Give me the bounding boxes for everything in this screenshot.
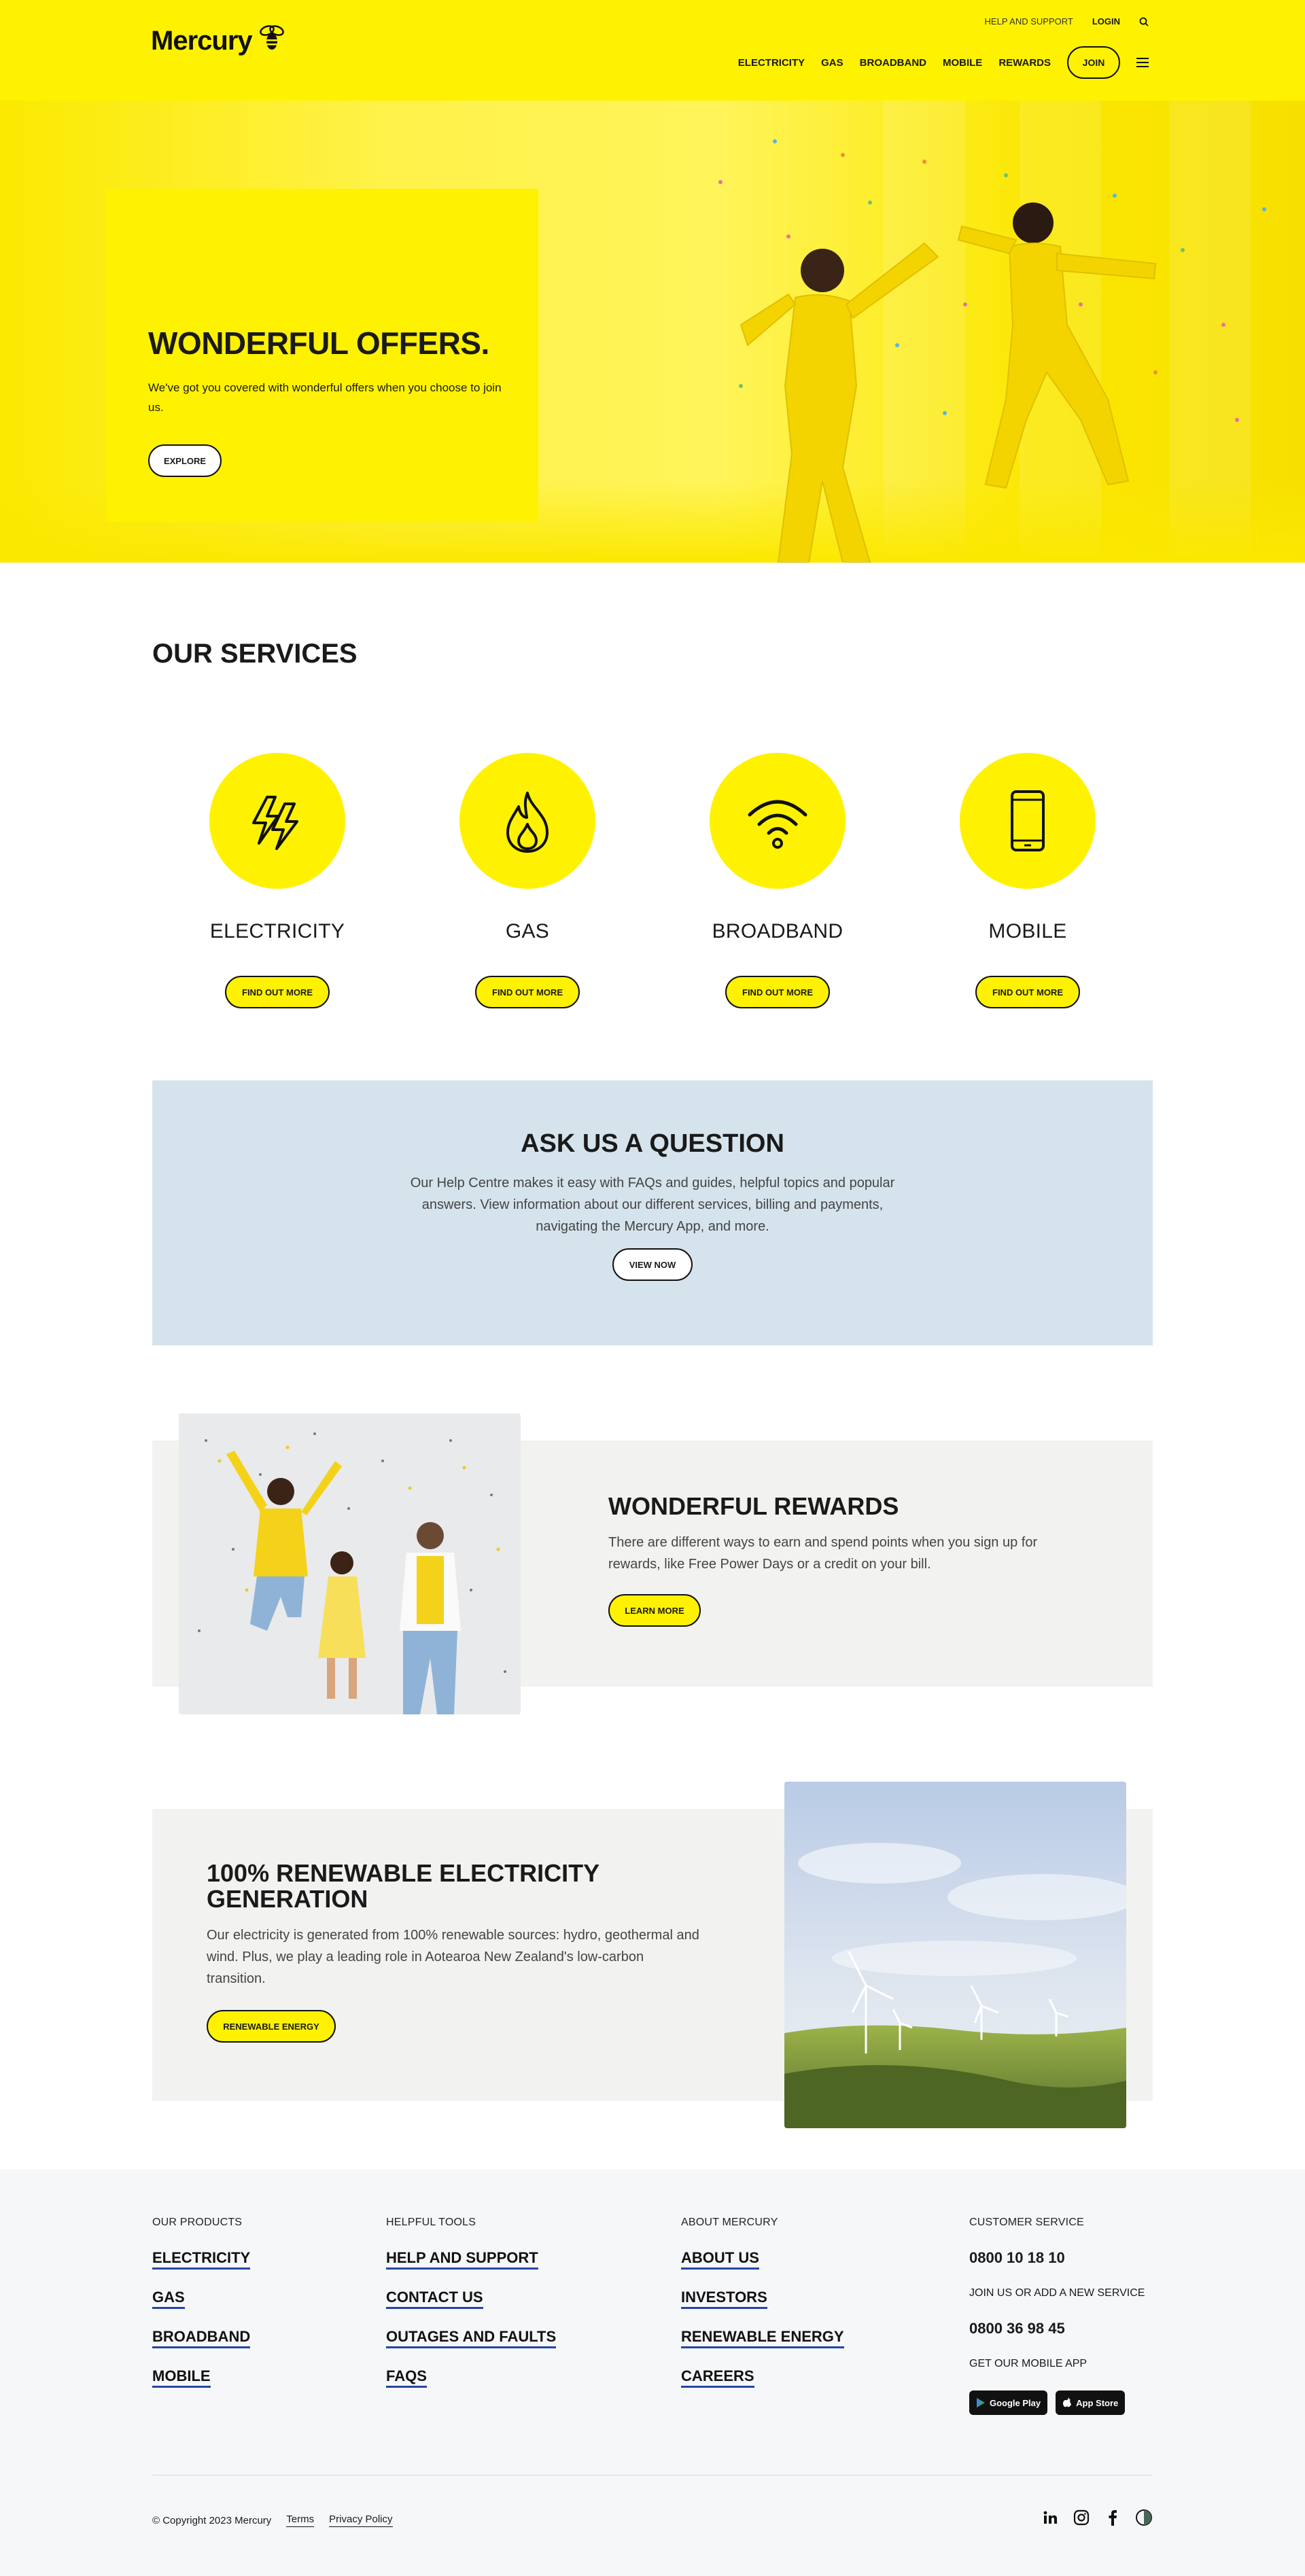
instagram-icon[interactable] [1073, 2509, 1090, 2526]
find-out-more-button[interactable]: FIND OUT MORE [975, 976, 1080, 1008]
site-footer: OUR PRODUCTS ELECTRICITY GAS BROADBAND M… [0, 2169, 1305, 2576]
app-store-badges: Google Play App Store [969, 2390, 1145, 2415]
footer-heading: CUSTOMER SERVICE [969, 2217, 1084, 2228]
footer-link-outages-and-faults[interactable]: OUTAGES AND FAULTS [386, 2328, 557, 2348]
rewards-description: There are different ways to earn and spe… [608, 1535, 1038, 1572]
footer-about-column: ABOUT MERCURY ABOUT US INVESTORS RENEWAB… [681, 2217, 844, 2407]
renewable-title: 100% RENEWABLE ELECTRICITY GENERATION [207, 1859, 599, 1913]
footer-link-contact-us[interactable]: CONTACT US [386, 2289, 483, 2309]
footer-heading: ABOUT MERCURY [681, 2217, 778, 2228]
service-card-electricity: ELECTRICITY FIND OUT MORE [209, 753, 345, 1008]
logo-text: Mercury [151, 26, 253, 56]
app-store-badge[interactable]: App Store [1056, 2390, 1126, 2415]
copyright-text: © Copyright 2023 Mercury [152, 2514, 272, 2526]
service-card-broadband: BROADBAND FIND OUT MORE [710, 753, 846, 1008]
join-service-phone[interactable]: 0800 36 98 45 [969, 2320, 1145, 2337]
hero-description: We've got you covered with wonderful off… [148, 381, 502, 414]
help-and-support-link[interactable]: HELP AND SUPPORT [985, 16, 1073, 27]
find-out-more-button[interactable]: FIND OUT MORE [475, 976, 580, 1008]
hamburger-menu-icon[interactable] [1136, 58, 1149, 67]
wifi-icon [748, 800, 807, 849]
footer-link-careers[interactable]: CAREERS [681, 2367, 754, 2388]
footer-tools-column: HELPFUL TOOLS HELP AND SUPPORT CONTACT U… [386, 2217, 557, 2407]
explore-button[interactable]: EXPLORE [148, 444, 222, 477]
google-play-icon [977, 2398, 985, 2407]
service-card-gas: GAS FIND OUT MORE [459, 753, 595, 1008]
search-icon[interactable] [1139, 17, 1149, 27]
service-label: MOBILE [988, 920, 1067, 942]
renewable-description: Our electricity is generated from 100% r… [207, 1928, 699, 1986]
rewards-family-image [179, 1413, 521, 1714]
contrast-toggle-icon[interactable] [1135, 2509, 1153, 2526]
wind-farm-image [784, 1782, 1126, 2128]
footer-link-help-and-support[interactable]: HELP AND SUPPORT [386, 2249, 538, 2270]
footer-link-mobile[interactable]: MOBILE [152, 2367, 211, 2388]
learn-more-button[interactable]: LEARN MORE [608, 1594, 701, 1627]
nav-electricity[interactable]: ELECTRICITY [738, 57, 805, 69]
privacy-policy-link[interactable]: Privacy Policy [329, 2513, 393, 2527]
renewable-content: 100% RENEWABLE ELECTRICITY GENERATION Ou… [207, 1860, 710, 2043]
footer-link-about-us[interactable]: ABOUT US [681, 2249, 759, 2270]
bee-icon [259, 24, 284, 50]
footer-link-investors[interactable]: INVESTORS [681, 2289, 767, 2309]
nav-rewards[interactable]: REWARDS [998, 57, 1051, 69]
service-card-mobile: MOBILE FIND OUT MORE [960, 753, 1096, 1008]
renewable-energy-button[interactable]: RENEWABLE ENERGY [207, 2010, 336, 2043]
hero-banner: WONDERFUL OFFERS. We've got you covered … [0, 101, 1305, 563]
login-link[interactable]: LOGIN [1092, 16, 1120, 27]
footer-link-electricity[interactable]: ELECTRICITY [152, 2249, 251, 2270]
phone-icon [1011, 790, 1045, 851]
find-out-more-button[interactable]: FIND OUT MORE [725, 976, 830, 1008]
services-title: OUR SERVICES [152, 639, 358, 669]
nav-gas[interactable]: GAS [821, 57, 843, 69]
footer-link-broadband[interactable]: BROADBAND [152, 2328, 251, 2348]
footer-link-gas[interactable]: GAS [152, 2289, 185, 2309]
ask-title: ASK US A QUESTION [521, 1129, 784, 1158]
hero-dancers-image [718, 139, 1266, 563]
service-label: BROADBAND [712, 920, 843, 942]
mobile-app-text: GET OUR MOBILE APP [969, 2358, 1088, 2369]
utility-nav: HELP AND SUPPORT LOGIN [985, 16, 1149, 27]
flame-icon [506, 792, 549, 853]
service-icon-circle [209, 753, 345, 889]
join-button[interactable]: JOIN [1067, 46, 1120, 79]
main-nav: ELECTRICITY GAS BROADBAND MOBILE REWARDS… [738, 46, 1149, 79]
nav-broadband[interactable]: BROADBAND [860, 57, 926, 69]
join-service-text: JOIN US OR ADD A NEW SERVICE [969, 2287, 1145, 2299]
lightning-icon [252, 796, 298, 850]
footer-customer-service-column: CUSTOMER SERVICE 0800 10 18 10 JOIN US O… [969, 2217, 1145, 2415]
footer-legal: © Copyright 2023 Mercury Terms Privacy P… [152, 2513, 393, 2527]
service-icon-circle [459, 753, 595, 889]
footer-link-renewable-energy[interactable]: RENEWABLE ENERGY [681, 2328, 844, 2348]
view-now-button[interactable]: VIEW NOW [612, 1248, 693, 1281]
linkedin-icon[interactable] [1041, 2509, 1059, 2526]
footer-products-column: OUR PRODUCTS ELECTRICITY GAS BROADBAND M… [152, 2217, 251, 2407]
mercury-logo[interactable]: Mercury [151, 24, 289, 56]
nav-mobile[interactable]: MOBILE [943, 57, 982, 69]
rewards-content: WONDERFUL REWARDS There are different wa… [608, 1492, 1084, 1627]
hero-offer-card: WONDERFUL OFFERS. We've got you covered … [106, 189, 538, 522]
services-section: OUR SERVICES ELECTRICITY FIND OUT MORE G… [0, 563, 1305, 1082]
facebook-icon[interactable] [1104, 2509, 1121, 2526]
service-label: ELECTRICITY [209, 920, 345, 942]
site-header: Mercury HELP AND SUPPORT LOGIN ELECTRICI… [0, 0, 1305, 101]
footer-heading: OUR PRODUCTS [152, 2217, 243, 2228]
footer-link-faqs[interactable]: FAQS [386, 2367, 427, 2388]
social-links [1041, 2509, 1153, 2526]
apple-icon [1063, 2397, 1072, 2407]
ask-description: Our Help Centre makes it easy with FAQs … [410, 1176, 895, 1234]
service-icon-circle [960, 753, 1096, 889]
service-icon-circle [710, 753, 846, 889]
customer-service-phone[interactable]: 0800 10 18 10 [969, 2249, 1145, 2267]
hero-title: WONDERFUL OFFERS. [148, 325, 489, 361]
find-out-more-button[interactable]: FIND OUT MORE [225, 976, 330, 1008]
ask-question-banner: ASK US A QUESTION Our Help Centre makes … [152, 1080, 1153, 1345]
footer-heading: HELPFUL TOOLS [386, 2217, 476, 2228]
terms-link[interactable]: Terms [286, 2513, 315, 2527]
service-label: GAS [505, 920, 550, 942]
rewards-title: WONDERFUL REWARDS [608, 1492, 899, 1520]
google-play-badge[interactable]: Google Play [969, 2390, 1048, 2415]
